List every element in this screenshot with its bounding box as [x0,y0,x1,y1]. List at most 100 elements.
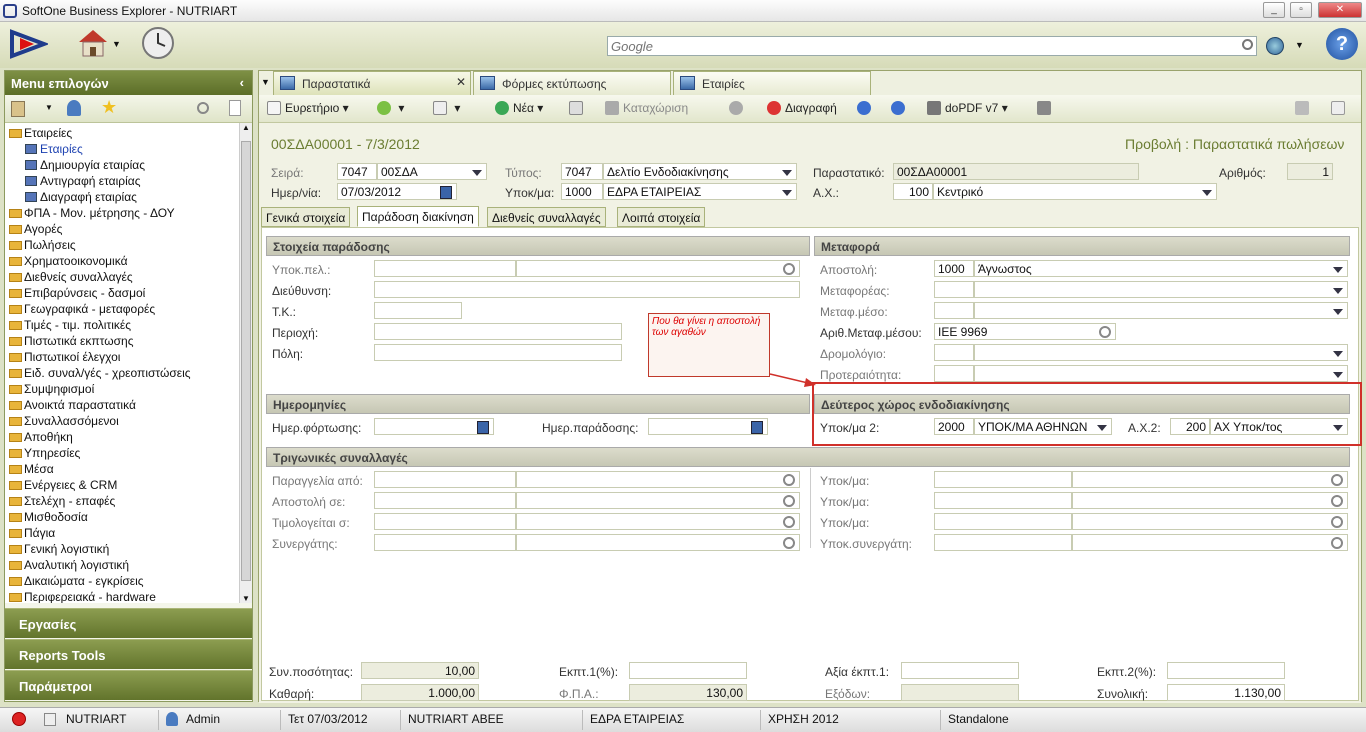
customer-branch-field[interactable] [516,260,800,277]
menu-item[interactable]: Χρηματοοικονομικά [9,253,239,269]
ship-to-code[interactable] [374,492,516,509]
ship-to-field[interactable] [516,492,800,509]
plate-field[interactable]: ΙΕΕ 9969 [934,323,1116,340]
menu-item[interactable]: Πιστωτικοί έλεγχοι [9,349,239,365]
search-icon[interactable] [1242,39,1253,50]
menu-item[interactable]: Αντιγραφή εταιρίας [9,173,239,189]
print-button[interactable]: doPDF v7 ▾ [927,101,1008,115]
carrier-code[interactable] [934,281,974,298]
menu-item[interactable]: Διεθνείς συναλλαγές [9,269,239,285]
menu-item[interactable]: Δημιουργία εταιρίας [9,157,239,173]
invoiced-to-code[interactable] [374,513,516,530]
document-icon[interactable] [229,100,241,116]
menu-item[interactable]: Μέσα [9,461,239,477]
address-field[interactable] [374,281,800,298]
home-dropdown-icon[interactable]: ▼ [112,39,121,49]
notes-button[interactable] [1331,101,1349,115]
user-icon[interactable] [67,100,81,116]
subtab-general[interactable]: Γενικά στοιχεία [261,207,351,227]
discount2-field[interactable] [1167,662,1285,679]
menu-item[interactable]: Πιστωτικά εκπτωσης [9,333,239,349]
menu-item[interactable]: Διαγραφή εταιρίας [9,189,239,205]
zip-field[interactable] [374,302,462,319]
tri-branch-2-field[interactable] [1072,492,1348,509]
menu-tree[interactable]: Εταιρείες Εταιρίες Δημιουργία εταιρίας Αντι… [5,123,239,603]
tri-branch-3-code[interactable] [934,513,1072,530]
menu-item[interactable]: Επιβαρύνσεις - δασμοί [9,285,239,301]
section-tasks[interactable]: Εργασίες [5,608,252,638]
menu-item[interactable]: Ανοικτά παραστατικά [9,397,239,413]
tab-print-forms[interactable]: Φόρμες εκτύπωσης [473,71,671,95]
menu-item[interactable]: Μισθοδοσία [9,509,239,525]
minimize-button[interactable]: _ [1263,2,1285,18]
partner-field[interactable] [516,534,800,551]
menu-item[interactable]: Πωλήσεις [9,237,239,253]
series-code[interactable]: 7047 [337,163,377,180]
menu-item[interactable]: Εταιρείες [9,125,239,141]
next-button[interactable] [891,101,909,115]
tab-menu-dropdown-icon[interactable]: ▼ [261,77,270,87]
menu-item[interactable]: Αποθήκη [9,429,239,445]
menu-item[interactable]: Αναλυτική λογιστική [9,557,239,573]
date-field[interactable]: 07/03/2012 [337,183,457,200]
partner-code[interactable] [374,534,516,551]
help-icon[interactable]: ? [1326,28,1358,60]
means-code[interactable] [934,302,974,319]
invoiced-to-field[interactable] [516,513,800,530]
shipment-select[interactable]: Άγνωστος [974,260,1348,277]
section-reports-tools[interactable]: Reports Tools [5,639,252,669]
globe-icon[interactable] [1266,37,1284,55]
discount-value-field[interactable] [901,662,1019,679]
clipboard-dropdown-icon[interactable]: ▼ [45,103,53,112]
maximize-button[interactable]: ▫ [1290,2,1312,18]
section-parameters[interactable]: Παράμετροι [5,670,252,700]
menu-item[interactable]: Συναλλασσόμενοι [9,413,239,429]
tab-companies[interactable]: Εταιρίες [673,71,871,95]
search-input[interactable] [608,37,1228,55]
shipment-code[interactable]: 1000 [934,260,974,277]
copy-button[interactable] [569,101,587,115]
menu-scrollbar[interactable]: ▲ ▼ [239,123,252,603]
menu-item[interactable]: Ενέργειες & CRM [9,477,239,493]
tri-partner-branch-code[interactable] [934,534,1072,551]
tri-branch-2-code[interactable] [934,492,1072,509]
calculator-button[interactable] [1037,101,1055,115]
power-icon[interactable] [12,712,26,726]
tri-branch-1-field[interactable] [1072,471,1348,488]
series-select[interactable]: 00ΣΔΑ [377,163,487,180]
branch-code[interactable]: 1000 [561,183,603,200]
menu-item[interactable]: Πάγια [9,525,239,541]
previous-button[interactable] [857,101,875,115]
settings-button[interactable] [729,101,747,115]
area-field[interactable] [374,323,622,340]
softone-logo-icon[interactable] [8,28,48,60]
menu-item[interactable]: Περιφερειακά - hardware [9,589,239,603]
type-select[interactable]: Δελτίο Ενδοδιακίνησης [603,163,797,180]
tools-button[interactable] [1295,101,1313,115]
discount1-field[interactable] [629,662,747,679]
menu-item[interactable]: Υπηρεσίες [9,445,239,461]
delivery-date-field[interactable] [648,418,768,435]
new-button[interactable]: Νέα ▾ [495,101,543,115]
route-select[interactable] [974,344,1348,361]
menu-item[interactable]: Δικαιώματα - εγκρίσεις [9,573,239,589]
tri-partner-branch-field[interactable] [1072,534,1348,551]
subtab-other[interactable]: Λοιπά στοιχεία [617,207,706,227]
favorites-button[interactable]: ▾ [377,101,404,115]
menu-item[interactable]: Γενική λογιστική [9,541,239,557]
ordered-by-field[interactable] [516,471,800,488]
city-field[interactable] [374,344,622,361]
means-select[interactable] [974,302,1348,319]
home-icon[interactable] [76,26,110,60]
save-button[interactable]: Καταχώριση [605,101,688,115]
customer-branch-code[interactable] [374,260,516,277]
clipboard-icon[interactable] [11,101,25,117]
delete-button[interactable]: Διαγραφή [767,101,837,115]
menu-item[interactable]: Συμψηφισμοί [9,381,239,397]
warehouse-code[interactable]: 100 [893,183,933,200]
preview-button[interactable]: ▾ [433,101,460,115]
close-button[interactable]: ✕ [1318,2,1362,18]
load-date-field[interactable] [374,418,494,435]
search-box[interactable] [607,36,1257,56]
menu-item[interactable]: Τιμές - τιμ. πολιτικές [9,317,239,333]
